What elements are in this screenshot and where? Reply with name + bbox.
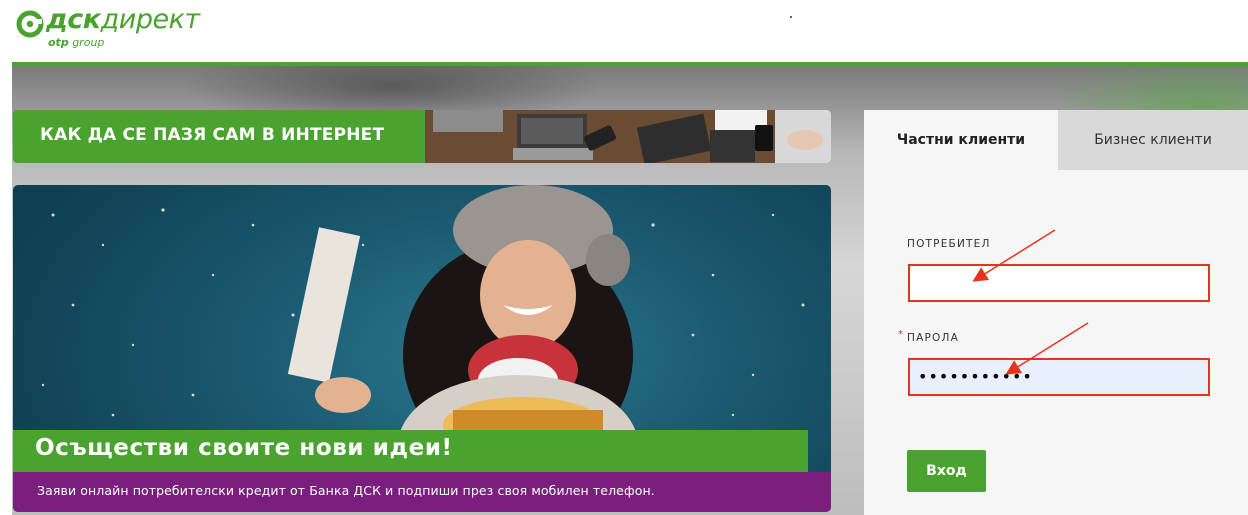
promo-title: Осъществи своите нови идеи! bbox=[35, 435, 453, 461]
client-type-tabs: Частни клиенти Бизнес клиенти bbox=[864, 110, 1248, 170]
login-button[interactable]: Вход bbox=[907, 450, 986, 492]
dsk-direct-logo[interactable]: дскдирект otp group bbox=[16, 4, 216, 52]
password-input[interactable]: ••••••••••• bbox=[908, 358, 1210, 396]
header: дскдирект otp group bbox=[0, 0, 1248, 62]
banner-label: КАК ДА СЕ ПАЗЯ САМ В ИНТЕРНЕТ bbox=[40, 125, 385, 145]
logo-subtitle: otp group bbox=[48, 36, 105, 49]
promo-card[interactable]: Осъществи своите нови идеи! Заяви онлайн… bbox=[13, 185, 831, 512]
tab-private-clients[interactable]: Частни клиенти bbox=[864, 110, 1058, 170]
internet-safety-banner[interactable]: КАК ДА СЕ ПАЗЯ САМ В ИНТЕРНЕТ bbox=[13, 110, 831, 163]
header-dot bbox=[790, 16, 792, 18]
banner-photo bbox=[425, 110, 831, 163]
username-label: ПОТРЕБИТЕЛ bbox=[907, 238, 991, 250]
logo-wordmark: дскдирект bbox=[46, 4, 200, 35]
promo-subtitle-bar: Заяви онлайн потребителски кредит от Бан… bbox=[13, 472, 831, 512]
login-panel: Частни клиенти Бизнес клиенти ПОТРЕБИТЕЛ… bbox=[864, 110, 1248, 515]
username-input[interactable] bbox=[908, 264, 1210, 302]
dsk-logo-icon bbox=[16, 10, 44, 38]
tab-business-clients[interactable]: Бизнес клиенти bbox=[1058, 110, 1248, 170]
promo-subtitle: Заяви онлайн потребителски кредит от Бан… bbox=[37, 483, 655, 498]
promo-title-bar: Осъществи своите нови идеи! bbox=[13, 430, 808, 472]
password-label: ПАРОЛА bbox=[907, 332, 959, 344]
required-mark: * bbox=[898, 329, 903, 340]
